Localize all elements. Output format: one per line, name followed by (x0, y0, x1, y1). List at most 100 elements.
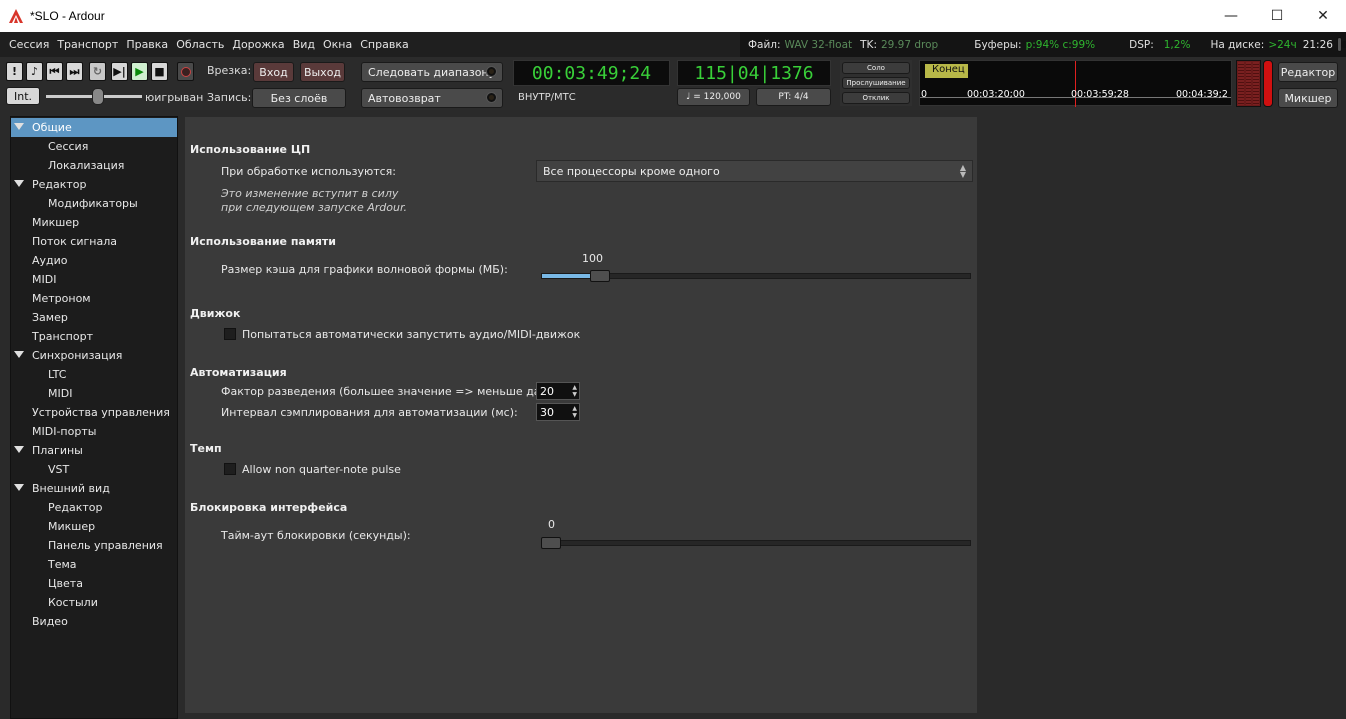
thinning-spinner[interactable]: 20 ▲ ▼ (536, 382, 580, 400)
sidebar-item[interactable]: Микшер (11, 517, 177, 536)
sidebar-item[interactable]: Сессия (11, 137, 177, 156)
maximize-button[interactable]: ☐ (1254, 0, 1300, 32)
close-button[interactable]: ✕ (1300, 0, 1346, 32)
expander-triangle-icon[interactable] (14, 351, 24, 358)
tempo-button[interactable]: ♩ = 120,000 (677, 88, 750, 106)
menu-track[interactable]: Дорожка (228, 38, 288, 51)
stop-icon[interactable]: ■ (151, 62, 168, 81)
cpu-note-line2: при следующем запуске Ardour. (221, 201, 407, 214)
cpu-section-title: Использование ЦП (190, 143, 311, 156)
expander-triangle-icon[interactable] (14, 484, 24, 491)
disk-value: >24ч (1268, 38, 1297, 51)
expander-triangle-icon[interactable] (14, 180, 24, 187)
solo-button[interactable]: Соло (842, 62, 910, 74)
punch-in-button[interactable]: Вход (253, 62, 294, 82)
sidebar-item[interactable]: Цвета (11, 574, 177, 593)
sidebar-item[interactable]: Видео (11, 612, 177, 631)
lock-timeout-value: 0 (548, 518, 555, 531)
primary-clock[interactable]: 00:03:49;24 (513, 60, 670, 86)
sidebar-item-label: Метроном (32, 292, 91, 305)
sidebar-item[interactable]: Микшер (11, 213, 177, 232)
pulse-checkbox[interactable] (224, 463, 236, 475)
punch-out-button[interactable]: Выход (300, 62, 345, 82)
meter-button[interactable]: PT: 4/4 (756, 88, 831, 106)
midi-panic-icon[interactable]: ♪ (26, 62, 43, 81)
autostart-checkbox[interactable] (224, 328, 236, 340)
interval-spinner[interactable]: 30 ▲ ▼ (536, 403, 580, 421)
sidebar-item-label: MIDI (32, 273, 57, 286)
sidebar-item[interactable]: Синхронизация (11, 346, 177, 365)
lock-timeout-slider[interactable] (541, 540, 971, 546)
auto-return-label: Автовозврат (368, 91, 441, 105)
menu-transport[interactable]: Транспорт (53, 38, 122, 51)
int-button[interactable]: Int. (6, 87, 40, 105)
menu-view[interactable]: Вид (289, 38, 319, 51)
menu-region[interactable]: Область (172, 38, 228, 51)
menu-session[interactable]: Сессия (5, 38, 53, 51)
sidebar-item-label: Цвета (48, 577, 83, 590)
follow-range-led (487, 67, 496, 76)
feedback-button[interactable]: Отклик (842, 92, 910, 104)
layering-mode-button[interactable]: Без слоёв (252, 88, 346, 108)
expander-triangle-icon[interactable] (14, 123, 24, 130)
mixer-button[interactable]: Микшер (1278, 88, 1338, 108)
combo-arrows-icon: ▲ ▼ (959, 163, 966, 179)
goto-start-icon[interactable]: ⏮ (46, 62, 63, 81)
end-marker[interactable]: Конец (925, 64, 968, 78)
sidebar-item[interactable]: Аудио (11, 251, 177, 270)
sidebar-item[interactable]: Плагины (11, 441, 177, 460)
sidebar-item[interactable]: Поток сигнала (11, 232, 177, 251)
sidebar-item[interactable]: Устройства управления (11, 403, 177, 422)
sidebar-item[interactable]: Замер (11, 308, 177, 327)
sidebar-item[interactable]: Метроном (11, 289, 177, 308)
spinner-arrows-icon[interactable]: ▲ ▼ (572, 405, 577, 419)
sidebar-item-label: Микшер (32, 216, 80, 229)
sidebar-item[interactable]: Модификаторы (11, 194, 177, 213)
loop-icon[interactable]: ↻ (89, 62, 106, 81)
ruler-tick-0: 0 (921, 89, 928, 100)
sidebar-item[interactable]: Транспорт (11, 327, 177, 346)
expander-triangle-icon[interactable] (14, 446, 24, 453)
error-indicator[interactable] (1263, 60, 1273, 107)
menu-help[interactable]: Справка (356, 38, 412, 51)
sidebar-item[interactable]: Редактор (11, 498, 177, 517)
sidebar-item[interactable]: Внешний вид (11, 479, 177, 498)
sidebar-item[interactable]: Общие (11, 118, 177, 137)
sidebar-item[interactable]: LTC (11, 365, 177, 384)
menu-window[interactable]: Окна (319, 38, 356, 51)
record-icon[interactable] (177, 62, 194, 81)
sidebar-item[interactable]: Панель управления (11, 536, 177, 555)
sidebar-item[interactable]: MIDI-порты (11, 422, 177, 441)
cache-size-knob[interactable] (590, 270, 611, 282)
sidebar-item[interactable]: Редактор (11, 175, 177, 194)
power-icon[interactable] (1336, 37, 1346, 52)
status-info: Файл: WAV 32-float TK: 29.97 drop Буферы… (740, 32, 1346, 57)
editor-button[interactable]: Редактор (1278, 62, 1338, 82)
secondary-clock[interactable]: 115|04|1376 (677, 60, 831, 86)
lock-timeout-knob[interactable] (541, 537, 561, 549)
sidebar-item-label: Микшер (48, 520, 96, 533)
sidebar-item[interactable]: Локализация (11, 156, 177, 175)
sidebar-item[interactable]: MIDI (11, 384, 177, 403)
buffers-value: p:94% c:99% (1025, 38, 1096, 51)
sidebar-item[interactable]: Костыли (11, 593, 177, 612)
minimize-button[interactable]: — (1208, 0, 1254, 32)
shuttle-knob[interactable] (92, 88, 104, 105)
playhead-line (1075, 61, 1076, 107)
sidebar-item[interactable]: MIDI (11, 270, 177, 289)
audition-button[interactable]: Прослушивание (842, 77, 910, 89)
play-range-icon[interactable]: ▶| (111, 62, 128, 81)
auto-return-button[interactable]: Автовозврат (361, 88, 503, 108)
panic-icon[interactable]: ! (6, 62, 23, 81)
play-icon[interactable]: ▶ (131, 62, 148, 81)
follow-range-button[interactable]: Следовать диапазону (361, 62, 503, 82)
sidebar-item[interactable]: Тема (11, 555, 177, 574)
sidebar-item[interactable]: VST (11, 460, 177, 479)
processors-combo[interactable]: Все процессоры кроме одного ▲ ▼ (536, 160, 973, 182)
spinner-arrows-icon[interactable]: ▲ ▼ (572, 384, 577, 398)
mini-timeline[interactable]: Конец 0 00:03:20;00 00:03:59;28 00:04:39… (919, 60, 1232, 107)
record-mode-label: Запись: (207, 91, 252, 104)
cache-size-value: 100 (582, 252, 603, 265)
menu-edit[interactable]: Правка (122, 38, 172, 51)
goto-end-icon[interactable]: ⏭ (66, 62, 83, 81)
